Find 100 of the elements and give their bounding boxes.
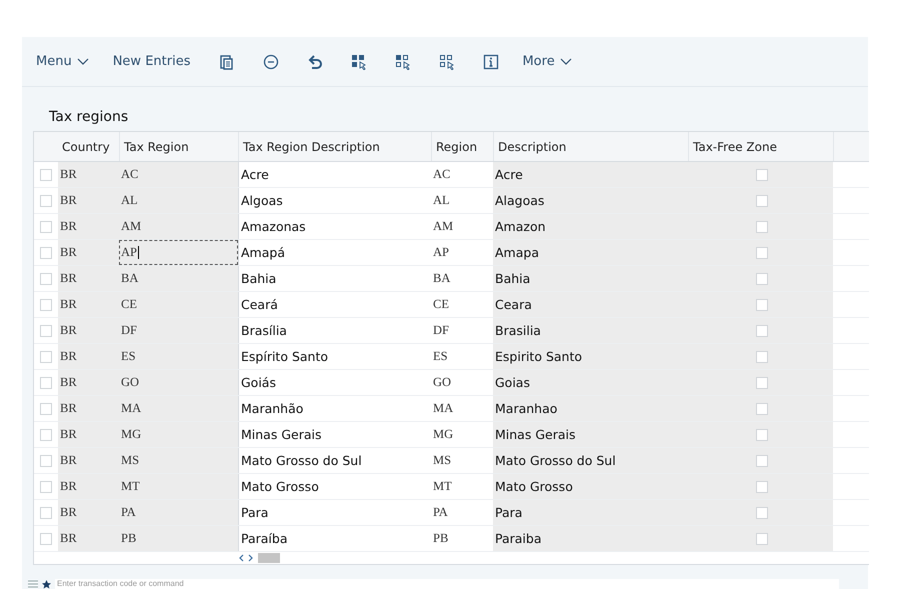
checkbox[interactable]: [756, 168, 768, 181]
table-cell[interactable]: ES: [119, 344, 238, 370]
checkbox[interactable]: [756, 350, 768, 363]
table-cell[interactable]: AP: [119, 240, 238, 266]
table-cell[interactable]: Acre: [238, 162, 431, 188]
row-selector[interactable]: [40, 480, 52, 493]
checkbox[interactable]: [756, 324, 768, 337]
table-cell: BR: [58, 188, 119, 214]
checkbox[interactable]: [756, 480, 768, 493]
checkbox[interactable]: [756, 532, 768, 545]
command-field[interactable]: Enter transaction code or command: [55, 579, 839, 589]
table-cell: BR: [58, 422, 119, 448]
table-cell-text: PA: [432, 504, 449, 522]
table-cell[interactable]: PB: [119, 526, 238, 552]
table-cell: BR: [58, 318, 119, 344]
checkbox[interactable]: [756, 298, 768, 311]
table-cell: BR: [58, 292, 119, 318]
row-selector[interactable]: [40, 298, 52, 311]
table-cell: BR: [58, 266, 119, 292]
row-selector[interactable]: [40, 220, 52, 233]
checkbox[interactable]: [756, 454, 768, 467]
scroll-left-icon[interactable]: [238, 554, 244, 562]
table-cell: Acre: [493, 162, 688, 188]
star-icon[interactable]: [42, 580, 51, 589]
section-title: Tax regions: [49, 109, 128, 126]
table-cell[interactable]: Minas Gerais: [238, 422, 431, 448]
column-header[interactable]: Description: [493, 132, 688, 162]
column-header[interactable]: Country: [58, 132, 119, 162]
checkbox[interactable]: [756, 194, 768, 207]
table-cell-text: AM: [432, 218, 454, 236]
table-cell-text: MA: [432, 400, 454, 418]
row-selector[interactable]: [40, 506, 52, 519]
menu-button[interactable]: Menu: [30, 50, 95, 74]
row-selector[interactable]: [40, 194, 52, 207]
table-cell[interactable]: CE: [119, 292, 238, 318]
table-cell[interactable]: GO: [119, 370, 238, 396]
table-cell-text: AC: [432, 166, 452, 184]
table-cell: BR: [58, 448, 119, 474]
scrollbar-thumb[interactable]: [258, 553, 280, 564]
table-cell[interactable]: MT: [119, 474, 238, 500]
column-header[interactable]: Region: [431, 132, 493, 162]
table-cell[interactable]: DF: [119, 318, 238, 344]
scroll-right-icon[interactable]: [248, 554, 254, 562]
table-cell[interactable]: AL: [119, 188, 238, 214]
checkbox[interactable]: [756, 506, 768, 519]
table-cell[interactable]: PA: [119, 500, 238, 526]
column-header[interactable]: Tax Region: [119, 132, 238, 162]
table-cell[interactable]: MG: [119, 422, 238, 448]
row-selector[interactable]: [40, 428, 52, 441]
table-cell-text: BA: [432, 270, 452, 288]
checkbox[interactable]: [756, 428, 768, 441]
row-selector[interactable]: [40, 324, 52, 337]
table-cell-text: DF: [432, 322, 450, 340]
table-cell-text: MT: [432, 478, 453, 496]
table-cell[interactable]: MS: [119, 448, 238, 474]
toolbar-button[interactable]: New Entries: [106, 50, 196, 74]
column-header[interactable]: Tax Region Description: [238, 132, 431, 162]
table-cell[interactable]: Mato Grosso do Sul: [238, 448, 431, 474]
table-cell[interactable]: Bahia: [238, 266, 431, 292]
list-icon[interactable]: [28, 580, 38, 588]
table-cell[interactable]: Maranhão: [238, 396, 431, 422]
table-cell[interactable]: Espírito Santo: [238, 344, 431, 370]
table-cell[interactable]: Mato Grosso: [238, 474, 431, 500]
table-cell[interactable]: Paraíba: [238, 526, 431, 552]
table-cell[interactable]: Brasília: [238, 318, 431, 344]
checkbox[interactable]: [756, 376, 768, 389]
checkbox[interactable]: [756, 272, 768, 285]
row-selector[interactable]: [40, 454, 52, 467]
table-cell[interactable]: Amazonas: [238, 214, 431, 240]
checkbox[interactable]: [756, 220, 768, 233]
checkbox[interactable]: [756, 246, 768, 259]
table-cell: Goias: [493, 370, 688, 396]
row-selector[interactable]: [40, 532, 52, 545]
row-selector[interactable]: [40, 350, 52, 363]
checkbox[interactable]: [756, 402, 768, 415]
table-cell[interactable]: MA: [119, 396, 238, 422]
table-cell[interactable]: Para: [238, 500, 431, 526]
column-header[interactable]: Tax-Free Zone: [688, 132, 833, 162]
row-selector[interactable]: [40, 272, 52, 285]
table-cell: BR: [58, 500, 119, 526]
table-cell[interactable]: Goiás: [238, 370, 431, 396]
table-cell-text: MS: [432, 452, 452, 470]
table-cell: BR: [58, 526, 119, 552]
table-cell[interactable]: AM: [119, 214, 238, 240]
row-selector[interactable]: [40, 376, 52, 389]
table-cell[interactable]: Amapá: [238, 240, 431, 266]
table-cell: Maranhao: [493, 396, 688, 422]
table-cell[interactable]: AC: [119, 162, 238, 188]
table-cell: Ceara: [493, 292, 688, 318]
row-selector[interactable]: [40, 246, 52, 259]
table-cell: Mato Grosso: [493, 474, 688, 500]
table-cell: Minas Gerais: [493, 422, 688, 448]
table-cell: Mato Grosso do Sul: [493, 448, 688, 474]
table-cell[interactable]: Algoas: [238, 188, 431, 214]
table-cell: Para: [493, 500, 688, 526]
row-selector[interactable]: [40, 168, 52, 181]
table-cell[interactable]: BA: [119, 266, 238, 292]
row-selector[interactable]: [40, 402, 52, 415]
table-cell[interactable]: Ceará: [238, 292, 431, 318]
menu-button[interactable]: More: [516, 50, 578, 74]
